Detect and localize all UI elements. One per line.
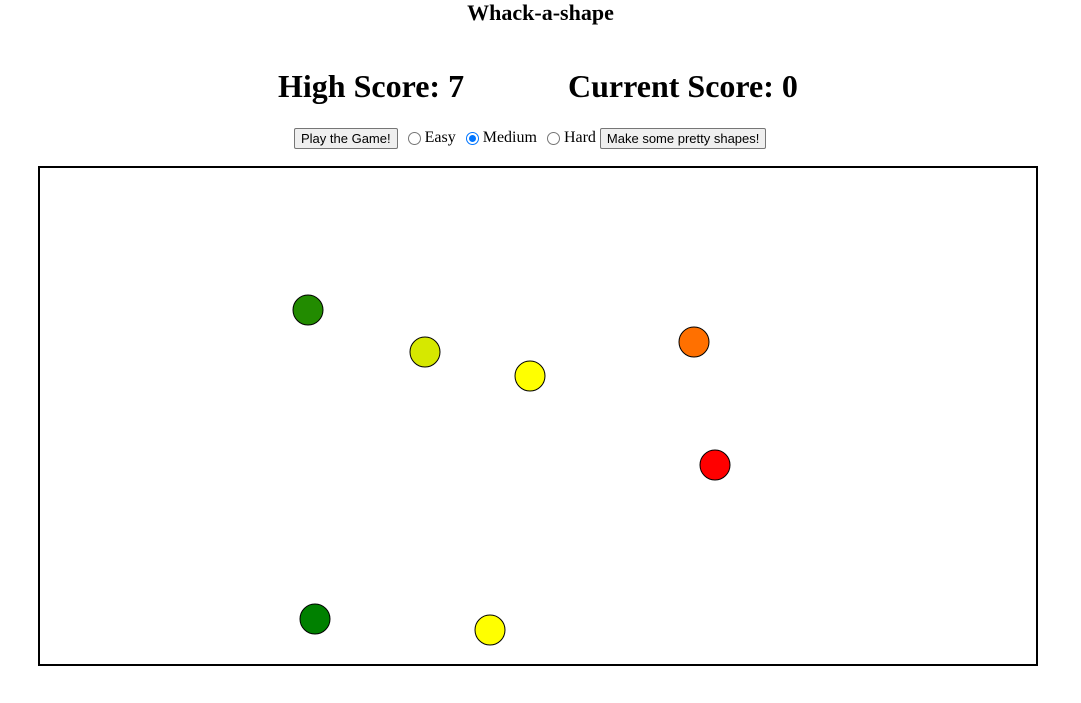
target-circle[interactable] — [699, 449, 731, 481]
target-circle[interactable] — [409, 336, 441, 368]
difficulty-hard-radio[interactable] — [546, 131, 560, 145]
target-circle[interactable] — [474, 614, 506, 646]
play-game-button[interactable]: Play the Game! — [294, 127, 398, 149]
score-bar: High Score: 7 Current Score: 0 — [0, 66, 1081, 106]
difficulty-medium-radio[interactable] — [465, 131, 479, 145]
difficulty-easy-radio[interactable] — [407, 131, 421, 145]
page-title: Whack-a-shape — [467, 0, 614, 25]
target-circle[interactable] — [678, 326, 710, 358]
difficulty-medium-label[interactable]: Medium — [483, 128, 537, 148]
high-score: High Score: 7 — [278, 68, 465, 104]
target-circle[interactable] — [514, 360, 546, 392]
shapes-layer — [292, 294, 731, 646]
controls-bar: Play the Game! Easy Medium Hard Make som… — [294, 127, 767, 149]
difficulty-easy-label[interactable]: Easy — [425, 128, 456, 148]
target-circle[interactable] — [299, 603, 331, 635]
game-canvas[interactable] — [38, 166, 1038, 666]
current-score: Current Score: 0 — [568, 68, 798, 104]
make-pretty-shapes-button[interactable]: Make some pretty shapes! — [599, 127, 767, 149]
target-circle[interactable] — [292, 294, 324, 326]
difficulty-hard-label[interactable]: Hard — [564, 128, 596, 148]
